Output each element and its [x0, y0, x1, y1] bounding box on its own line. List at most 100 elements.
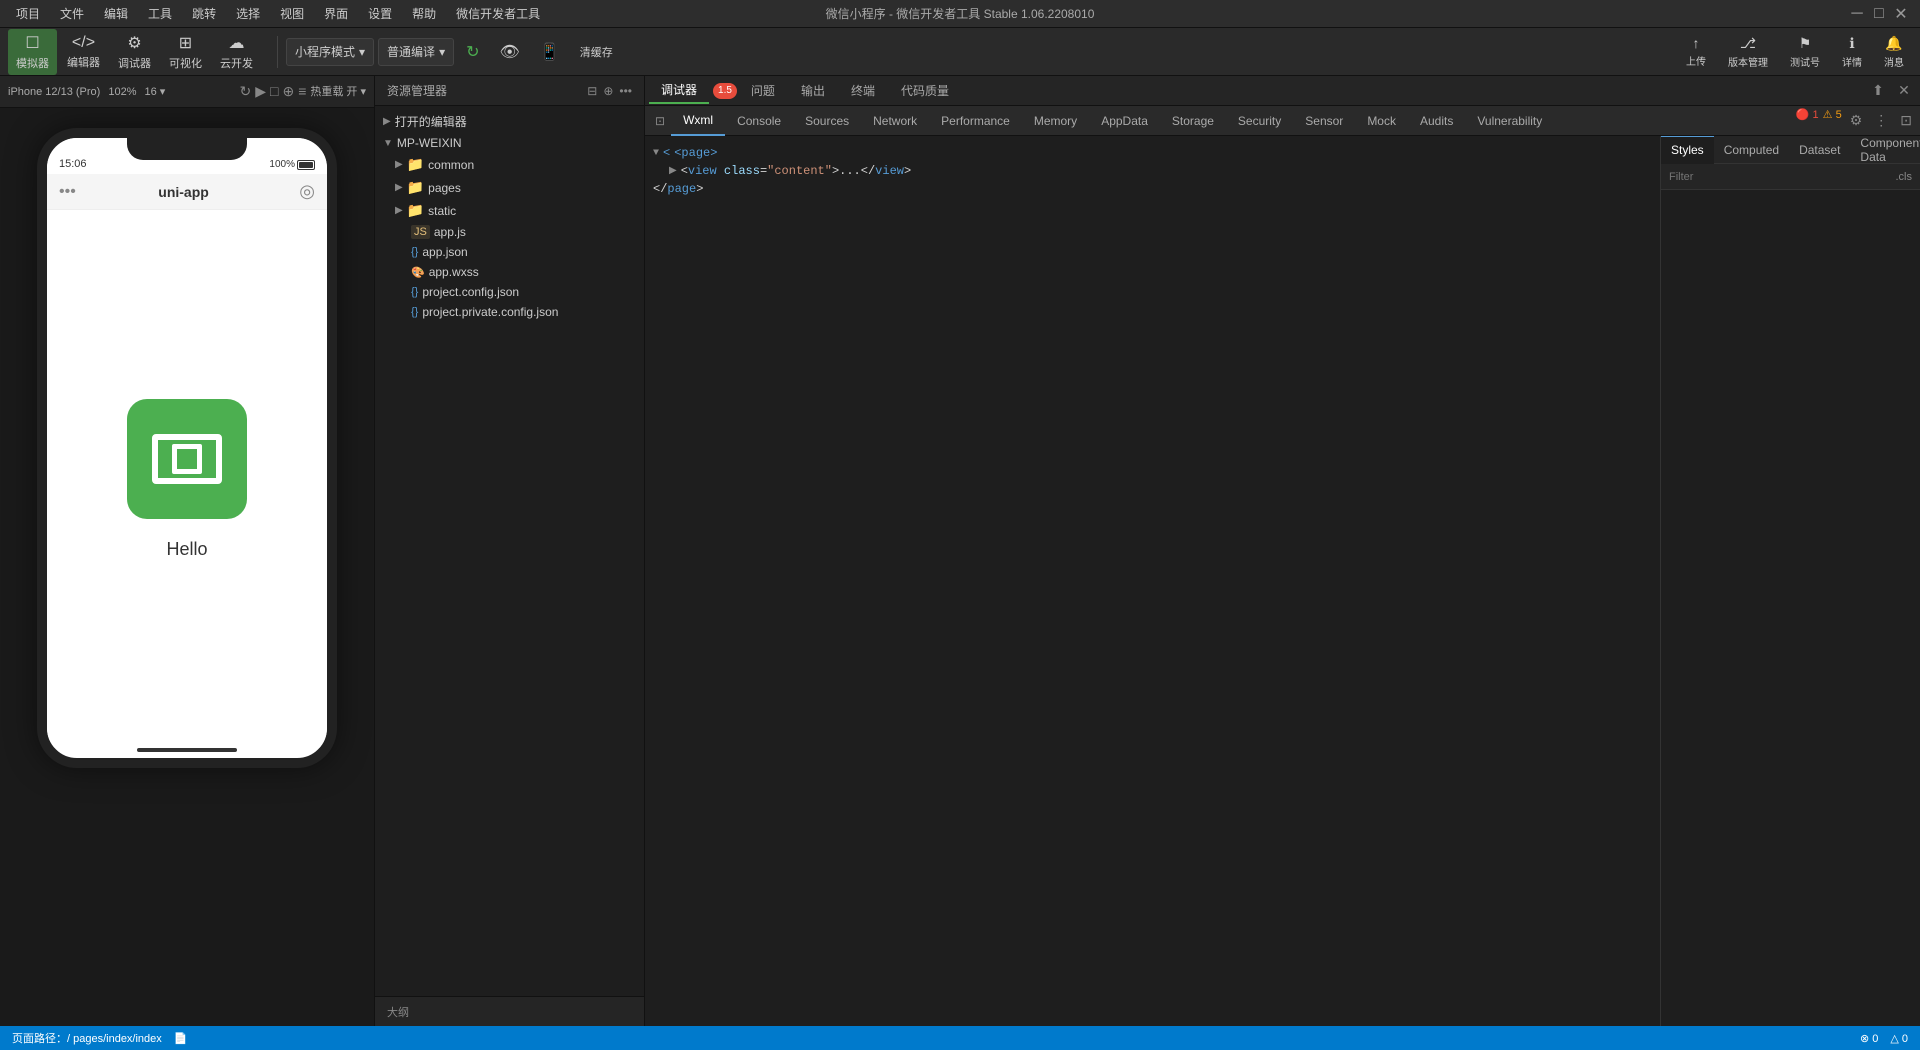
editor-button[interactable]: </> 编辑器 — [59, 30, 108, 74]
tab-storage[interactable]: Storage — [1160, 106, 1226, 136]
tab-appdata[interactable]: AppData — [1089, 106, 1160, 136]
html-line-page[interactable]: ▼ <<page> — [653, 144, 1652, 162]
error-status: ⊗ 0 — [1860, 1032, 1878, 1045]
preview-button[interactable]: 👁 — [492, 38, 528, 66]
cloud-button[interactable]: ☁ 云开发 — [212, 29, 261, 75]
close-devtools-icon[interactable]: ✕ — [1892, 79, 1916, 103]
toolbar-group-main: ☐ 模拟器 </> 编辑器 ⚙ 调试器 ⊞ 可视化 ☁ 云开发 — [8, 29, 261, 75]
tab-output[interactable]: 输出 — [789, 78, 837, 103]
clear-cache-button[interactable]: 清缓存 — [572, 40, 621, 64]
section-mp-weixin[interactable]: ▼ MP-WEIXIN — [375, 133, 644, 153]
menu-project[interactable]: 项目 — [12, 3, 44, 24]
folder-static[interactable]: ▶ 📁 static — [375, 199, 644, 222]
menu-interface[interactable]: 界面 — [320, 3, 352, 24]
tab-console[interactable]: Console — [725, 106, 793, 136]
file-app-js[interactable]: JS app.js — [375, 222, 644, 242]
phone-nav-bar: ••• uni-app ◎ — [47, 174, 327, 210]
tab-styles[interactable]: Styles — [1661, 136, 1714, 164]
screenshot-icon[interactable]: ⊕ — [282, 83, 294, 100]
reload-icon[interactable]: ↻ — [239, 83, 251, 100]
inspect-icon[interactable]: ⊡ — [649, 110, 671, 132]
new-file-icon[interactable]: ⊕ — [603, 84, 613, 98]
screen-icon[interactable]: □ — [270, 83, 278, 100]
tab-problems[interactable]: 问题 — [739, 78, 787, 103]
tab-mock[interactable]: Mock — [1355, 106, 1408, 136]
tab-wxml[interactable]: Wxml — [671, 106, 725, 136]
tab-computed[interactable]: Computed — [1714, 136, 1789, 164]
tab-vulnerability[interactable]: Vulnerability — [1465, 106, 1554, 136]
tab-performance[interactable]: Performance — [929, 106, 1022, 136]
file-more-icon[interactable]: ••• — [619, 84, 632, 98]
page-open-tag: < — [663, 146, 670, 160]
menu-goto[interactable]: 跳转 — [188, 3, 220, 24]
mode-dropdown[interactable]: 小程序模式 ▾ — [286, 38, 374, 66]
test-number-button[interactable]: ⚑ 测试号 — [1782, 32, 1828, 72]
upload-button[interactable]: ↑ 上传 — [1678, 32, 1714, 71]
menu-help[interactable]: 帮助 — [408, 3, 440, 24]
more-options-icon[interactable]: ⋮ — [1870, 108, 1892, 133]
tab-sensor[interactable]: Sensor — [1293, 106, 1355, 136]
compile-refresh-button[interactable]: ↻ — [458, 38, 487, 66]
file-project-config[interactable]: {} project.config.json — [375, 282, 644, 302]
app-json-label: app.json — [422, 245, 467, 259]
file-icon-status[interactable]: 📄 — [174, 1032, 188, 1045]
folder-common[interactable]: ▶ 📁 common — [375, 153, 644, 176]
scale-dropdown[interactable]: 16 ▾ — [144, 85, 165, 98]
close-button[interactable]: ✕ — [1894, 7, 1908, 21]
tab-terminal[interactable]: 终端 — [839, 78, 887, 103]
minimize-button[interactable]: ─ — [1850, 7, 1864, 21]
separator-1 — [277, 36, 278, 68]
expand-icon[interactable]: ⬆ — [1866, 79, 1890, 103]
styles-panel: Styles Computed Dataset Component Data .… — [1660, 136, 1920, 1026]
section-open-editors[interactable]: ▶ 打开的编辑器 — [375, 110, 644, 133]
settings-icon[interactable]: ⚙ — [1846, 108, 1867, 133]
tab-security[interactable]: Security — [1226, 106, 1293, 136]
tab-network[interactable]: Network — [861, 106, 929, 136]
message-button[interactable]: 🔔 消息 — [1876, 32, 1912, 72]
version-management-button[interactable]: ⎇ 版本管理 — [1720, 32, 1776, 72]
expand-panel-icon[interactable]: ⊡ — [1896, 108, 1916, 133]
visual-button[interactable]: ⊞ 可视化 — [161, 29, 210, 75]
file-app-wxss[interactable]: 🎨 app.wxss — [375, 262, 644, 282]
styles-filter-input[interactable] — [1669, 171, 1890, 183]
file-app-json[interactable]: {} app.json — [375, 242, 644, 262]
tab-code-quality[interactable]: 代码质量 — [889, 78, 961, 103]
folder-pages[interactable]: ▶ 📁 pages — [375, 176, 644, 199]
menu-edit[interactable]: 编辑 — [100, 3, 132, 24]
tab-component-data[interactable]: Component Data — [1850, 136, 1920, 164]
file-tree: ▶ 打开的编辑器 ▼ MP-WEIXIN ▶ 📁 common ▶ 📁 page… — [375, 106, 644, 996]
real-machine-button[interactable]: 📱 — [532, 38, 568, 66]
more-icon[interactable]: ≡ — [298, 83, 306, 100]
compile-dropdown[interactable]: 普通编译 ▾ — [378, 38, 454, 66]
tab-audits[interactable]: Audits — [1408, 106, 1465, 136]
menu-select[interactable]: 选择 — [232, 3, 264, 24]
html-line-page-close[interactable]: </page> — [653, 180, 1652, 198]
html-line-view[interactable]: ▶ <view class="content">...</view> — [669, 162, 1652, 180]
menu-tool[interactable]: 工具 — [144, 3, 176, 24]
file-panel-actions: ⊟ ⊕ ••• — [587, 84, 632, 98]
file-project-private[interactable]: {} project.private.config.json — [375, 302, 644, 322]
menu-view[interactable]: 视图 — [276, 3, 308, 24]
window-controls: ─ □ ✕ — [1850, 7, 1908, 21]
debugger-button[interactable]: ⚙ 调试器 — [110, 29, 159, 75]
test-icon: ⚑ — [1799, 35, 1812, 52]
upload-icon: ↑ — [1693, 35, 1700, 51]
maximize-button[interactable]: □ — [1872, 7, 1886, 21]
tab-debugger[interactable]: 调试器 — [649, 77, 709, 104]
play-icon[interactable]: ▶ — [255, 83, 266, 100]
chevron-open-icon: ▼ — [653, 148, 659, 159]
details-button[interactable]: ℹ 详情 — [1834, 32, 1870, 72]
hotload-btn[interactable]: 热重载 开 ▾ — [310, 83, 366, 100]
project-config-label: project.config.json — [422, 285, 519, 299]
collapse-icon[interactable]: ⊟ — [587, 84, 597, 98]
app-js-label: app.js — [434, 225, 466, 239]
tab-dataset[interactable]: Dataset — [1789, 136, 1850, 164]
status-right: ⊗ 0 △ 0 — [1860, 1032, 1908, 1045]
tab-sources[interactable]: Sources — [793, 106, 861, 136]
menu-devtools[interactable]: 微信开发者工具 — [452, 3, 544, 24]
chevron-down-icon: ▼ — [383, 138, 393, 149]
menu-file[interactable]: 文件 — [56, 3, 88, 24]
simulator-button[interactable]: ☐ 模拟器 — [8, 29, 57, 75]
tab-memory[interactable]: Memory — [1022, 106, 1089, 136]
menu-settings[interactable]: 设置 — [364, 3, 396, 24]
